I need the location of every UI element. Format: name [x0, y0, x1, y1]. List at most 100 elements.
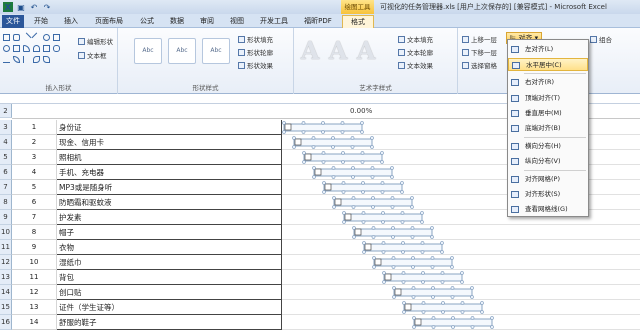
selection-handle[interactable] [460, 280, 464, 284]
selection-handle[interactable] [342, 211, 346, 215]
checkbox-icon[interactable] [334, 198, 342, 206]
selection-handle[interactable] [322, 181, 326, 185]
selection-handle[interactable] [381, 241, 386, 245]
selection-handle[interactable] [372, 256, 376, 260]
selection-handle[interactable] [302, 151, 306, 155]
selection-handle[interactable] [421, 301, 426, 305]
checkbox-icon[interactable] [304, 153, 312, 161]
align-menu-item[interactable]: 横向分布(H) [508, 140, 588, 153]
send-backward-button[interactable]: 下移一层 [462, 47, 497, 57]
selection-handle[interactable] [420, 250, 425, 254]
selection-handle[interactable] [361, 211, 366, 215]
curve-shape-icon[interactable] [13, 56, 20, 63]
selection-handle[interactable] [282, 121, 286, 125]
text-effects-button[interactable]: 文本效果 [398, 60, 433, 70]
gantt-bar[interactable] [343, 213, 423, 222]
arc-shape-icon[interactable] [33, 45, 40, 52]
tab-format[interactable]: 格式 [342, 15, 374, 28]
save-icon[interactable]: ▣ [16, 2, 26, 12]
selection-handle[interactable] [420, 220, 424, 224]
selection-handle[interactable] [341, 181, 346, 185]
selection-handle[interactable] [321, 130, 325, 134]
selection-handle[interactable] [312, 166, 316, 170]
selection-handle[interactable] [351, 196, 356, 200]
align-menu-item[interactable]: 右对齐(R) [508, 76, 588, 89]
selection-handle[interactable] [441, 301, 445, 305]
gantt-bar[interactable] [403, 303, 483, 312]
gantt-bar[interactable] [303, 153, 383, 162]
selection-handle[interactable] [361, 190, 365, 194]
selection-handle[interactable] [370, 145, 374, 149]
wordart-style-2[interactable]: A [328, 36, 348, 66]
selection-handle[interactable] [341, 160, 345, 164]
selection-handle[interactable] [430, 256, 435, 260]
shapes-gallery[interactable] [3, 32, 83, 70]
selection-handle[interactable] [382, 280, 386, 284]
selection-handle[interactable] [360, 130, 364, 134]
selection-handle[interactable] [490, 316, 494, 320]
gantt-bar[interactable] [293, 138, 373, 147]
shape-outline-button[interactable]: 形状轮廓 [238, 47, 273, 57]
checkbox-icon[interactable] [284, 123, 292, 131]
selection-handle[interactable] [440, 241, 444, 245]
selection-handle[interactable] [292, 136, 296, 140]
selection-handle[interactable] [440, 250, 444, 254]
selection-handle[interactable] [400, 211, 405, 215]
selection-handle[interactable] [410, 205, 414, 209]
tab-page-layout[interactable]: 页面布局 [90, 15, 128, 28]
checkbox-icon[interactable] [374, 258, 382, 266]
selection-handle[interactable] [371, 226, 376, 230]
shape-style-3[interactable]: Abc [202, 38, 230, 64]
selection-handle[interactable] [431, 295, 435, 299]
gantt-bar[interactable] [283, 123, 363, 132]
selection-handle[interactable] [421, 280, 425, 284]
selection-handle[interactable] [411, 295, 416, 299]
selection-handle[interactable] [392, 286, 396, 290]
shape-style-2[interactable]: Abc [168, 38, 196, 64]
selection-handle[interactable] [402, 310, 406, 314]
selection-handle[interactable] [412, 325, 416, 329]
selection-handle[interactable] [282, 130, 286, 134]
selection-handle[interactable] [361, 220, 366, 224]
selection-handle[interactable] [420, 241, 425, 245]
selection-handle[interactable] [401, 241, 405, 245]
checkbox-icon[interactable] [384, 273, 392, 281]
gantt-bar[interactable] [373, 258, 453, 267]
checkbox-icon[interactable] [294, 138, 302, 146]
tab-formulas[interactable]: 公式 [136, 15, 158, 28]
align-menu-item[interactable]: 左对齐(L) [508, 43, 588, 56]
selection-handle[interactable] [391, 226, 395, 230]
selection-handle[interactable] [401, 271, 406, 275]
selection-handle[interactable] [451, 316, 455, 320]
bring-forward-button[interactable]: 上移一层 [462, 34, 497, 44]
selection-handle[interactable] [431, 316, 436, 320]
tab-review[interactable]: 审阅 [196, 15, 218, 28]
selection-handle[interactable] [351, 205, 356, 209]
selection-handle[interactable] [460, 301, 465, 305]
selection-handle[interactable] [431, 286, 435, 290]
checkbox-icon[interactable] [354, 228, 362, 236]
selection-handle[interactable] [371, 205, 375, 209]
wordart-style-1[interactable]: A [300, 36, 320, 66]
gantt-bar[interactable] [353, 228, 433, 237]
group-button[interactable]: 组合 [590, 34, 612, 44]
selection-handle[interactable] [301, 130, 306, 134]
selection-handle[interactable] [302, 160, 306, 164]
selection-handle[interactable] [390, 205, 395, 209]
tab-data[interactable]: 数据 [166, 15, 188, 28]
selection-handle[interactable] [331, 145, 335, 149]
gantt-bar[interactable] [333, 198, 413, 207]
arrow-shape-icon[interactable] [31, 32, 42, 43]
selection-handle[interactable] [381, 220, 385, 224]
selection-handle[interactable] [362, 241, 366, 245]
selection-handle[interactable] [331, 136, 335, 140]
text-outline-button[interactable]: 文本轮廓 [398, 47, 433, 57]
align-menu-item[interactable]: 查看网格线(G) [508, 203, 588, 216]
rounded-rect-shape-icon[interactable] [13, 34, 20, 41]
selection-handle[interactable] [380, 181, 385, 185]
tab-home[interactable]: 开始 [30, 15, 52, 28]
checkbox-icon[interactable] [414, 318, 422, 326]
selection-handle[interactable] [340, 130, 345, 134]
selection-handle[interactable] [431, 325, 436, 329]
selection-handle[interactable] [370, 166, 375, 170]
